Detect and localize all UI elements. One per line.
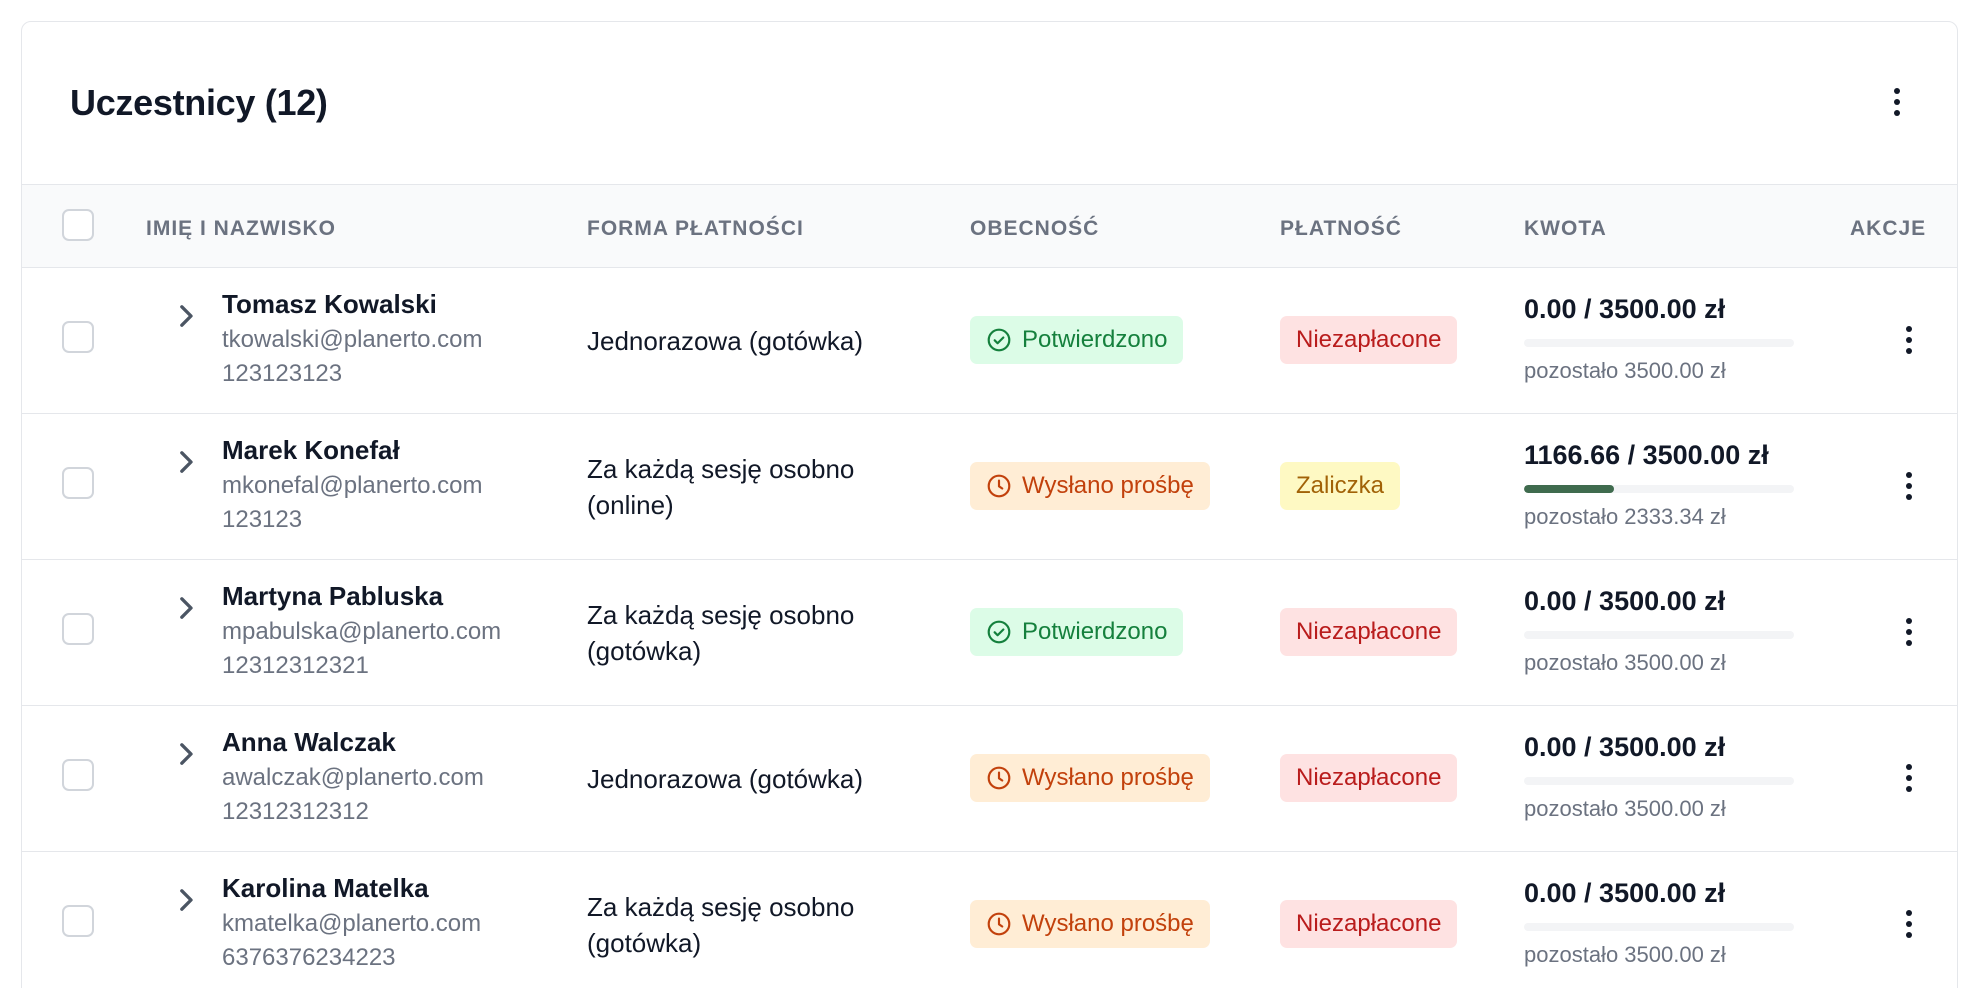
attendance-badge: Potwierdzono (970, 608, 1184, 656)
column-header-payment-form[interactable]: FORMA PŁATNOŚCI (587, 217, 804, 241)
row-checkbox[interactable] (62, 613, 94, 645)
payment-form: Jednorazowa (gotówka) (587, 326, 864, 356)
attendance-badge: Wysłano prośbę (970, 900, 1210, 948)
participant-name: Martyna Pabluska (222, 581, 444, 611)
participant-phone: 123123 (222, 506, 303, 533)
table-header: IMIĘ I NAZWISKO FORMA PŁATNOŚCI OBECNOŚĆ… (22, 184, 1957, 268)
attendance-label: Wysłano prośbę (1022, 910, 1194, 937)
card-title: Uczestnicy (12) (70, 82, 328, 123)
payment-status-badge: Niezapłacone (1280, 754, 1458, 802)
check-circle-icon (986, 619, 1022, 645)
participant-name: Karolina Matelka (222, 873, 429, 903)
payment-form: Za każdą sesję osobno (gotówka) (587, 892, 855, 958)
attendance-label: Wysłano prośbę (1022, 764, 1194, 791)
row-checkbox[interactable] (62, 321, 94, 353)
attendance-label: Potwierdzono (1022, 618, 1168, 645)
participant-email: mkonefal@planerto.com (222, 472, 483, 499)
card-header: Uczestnicy (12) (22, 22, 1957, 184)
amount-remaining: pozostało 3500.00 zł (1524, 358, 1726, 383)
amount-value: 0.00 / 3500.00 zł (1524, 878, 1726, 908)
participant-email: kmatelka@planerto.com (222, 910, 482, 937)
table-row[interactable]: Tomasz Kowalski tkowalski@planerto.com 123… (22, 268, 1957, 414)
row-checkbox[interactable] (62, 905, 94, 937)
chevron-right-icon[interactable] (166, 442, 206, 482)
row-checkbox[interactable] (62, 759, 94, 791)
clock-icon (986, 765, 1022, 791)
select-all-checkbox[interactable] (62, 209, 94, 241)
more-vertical-icon[interactable] (1889, 320, 1929, 360)
attendance-badge: Wysłano prośbę (970, 754, 1210, 802)
column-header-name[interactable]: IMIĘ I NAZWISKO (146, 217, 336, 241)
more-vertical-icon[interactable] (1877, 82, 1917, 122)
amount-value: 0.00 / 3500.00 zł (1524, 732, 1726, 762)
more-vertical-icon[interactable] (1889, 904, 1929, 944)
payment-progress-bar (1524, 923, 1794, 931)
participant-phone: 6376376234223 (222, 944, 396, 971)
participant-phone: 12312312312 (222, 798, 369, 825)
participant-phone: 123123123 (222, 360, 343, 387)
participant-email: awalczak@planerto.com (222, 764, 484, 791)
chevron-right-icon[interactable] (166, 734, 206, 774)
chevron-right-icon[interactable] (166, 588, 206, 628)
chevron-right-icon[interactable] (166, 880, 206, 920)
payment-form: Za każdą sesję osobno (online) (587, 454, 855, 520)
payment-progress-fill (1524, 485, 1614, 493)
participant-name: Marek Konefał (222, 435, 400, 465)
check-circle-icon (986, 327, 1022, 353)
more-vertical-icon[interactable] (1889, 466, 1929, 506)
row-checkbox[interactable] (62, 467, 94, 499)
attendance-badge: Wysłano prośbę (970, 462, 1210, 510)
amount-remaining: pozostało 3500.00 zł (1524, 942, 1726, 967)
table-row[interactable]: Martyna Pabluska mpabulska@planerto.com 12… (22, 560, 1957, 706)
clock-icon (986, 911, 1022, 937)
attendance-label: Potwierdzono (1022, 326, 1168, 353)
payment-progress-bar (1524, 485, 1794, 493)
amount-remaining: pozostało 2333.34 zł (1524, 504, 1726, 529)
column-header-amount[interactable]: KWOTA (1524, 217, 1607, 241)
table-row[interactable]: Marek Konefał mkonefal@planerto.com 123123… (22, 414, 1957, 560)
table-row[interactable]: Anna Walczak awalczak@planerto.com 1231231… (22, 706, 1957, 852)
amount-value: 0.00 / 3500.00 zł (1524, 294, 1726, 324)
column-header-actions: AKCJE (1850, 217, 1927, 240)
amount-value: 1166.66 / 3500.00 zł (1524, 440, 1769, 470)
payment-progress-bar (1524, 339, 1794, 347)
payment-progress-bar (1524, 631, 1794, 639)
more-vertical-icon[interactable] (1889, 612, 1929, 652)
participant-name: Tomasz Kowalski (222, 289, 437, 319)
table-row[interactable]: Karolina Matelka kmatelka@planerto.com 637… (22, 852, 1957, 988)
payment-status-badge: Niezapłacone (1280, 900, 1458, 948)
clock-icon (986, 473, 1022, 499)
amount-remaining: pozostało 3500.00 zł (1524, 796, 1726, 821)
column-header-payment[interactable]: PŁATNOŚĆ (1280, 217, 1402, 241)
attendance-badge: Potwierdzono (970, 316, 1184, 364)
payment-status-badge: Niezapłacone (1280, 608, 1458, 656)
payment-form: Za każdą sesję osobno (gotówka) (587, 600, 855, 666)
amount-value: 0.00 / 3500.00 zł (1524, 586, 1726, 616)
payment-status-badge: Niezapłacone (1280, 316, 1458, 364)
participants-card: Uczestnicy (12) IMIĘ I NAZWISKO FORMA PŁ… (21, 21, 1958, 988)
payment-form: Jednorazowa (gotówka) (587, 764, 864, 794)
column-header-attendance[interactable]: OBECNOŚĆ (970, 217, 1099, 241)
participant-name: Anna Walczak (222, 727, 396, 757)
participant-email: mpabulska@planerto.com (222, 618, 502, 645)
attendance-label: Wysłano prośbę (1022, 472, 1194, 499)
participant-phone: 12312312321 (222, 652, 369, 679)
payment-status-badge: Zaliczka (1280, 462, 1401, 510)
participant-email: tkowalski@planerto.com (222, 326, 483, 353)
chevron-right-icon[interactable] (166, 296, 206, 336)
more-vertical-icon[interactable] (1889, 758, 1929, 798)
amount-remaining: pozostało 3500.00 zł (1524, 650, 1726, 675)
payment-progress-bar (1524, 777, 1794, 785)
